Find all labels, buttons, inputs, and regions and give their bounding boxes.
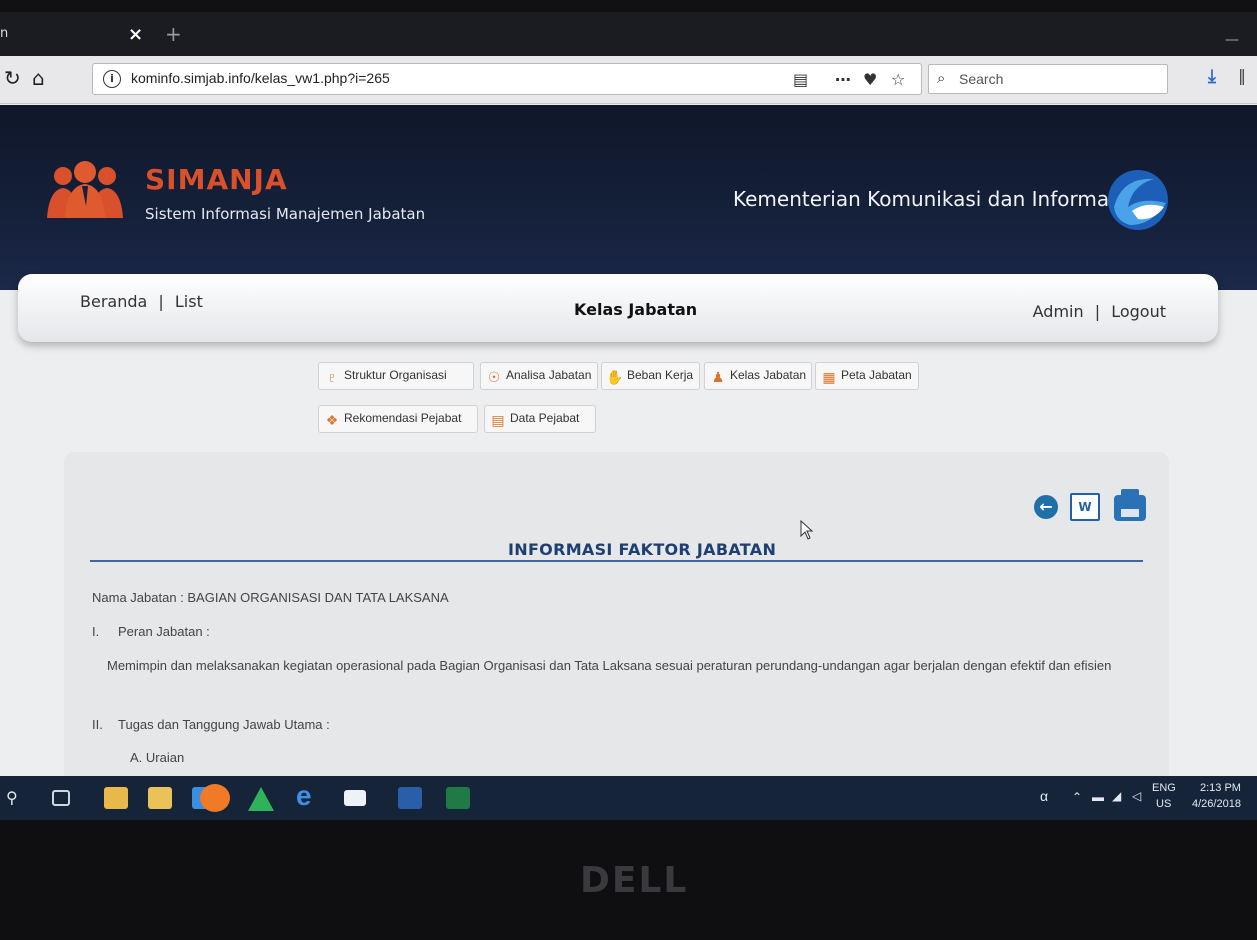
module-button-data-pejabat[interactable]: ▤ Data Pejabat <box>484 405 596 433</box>
dell-logo: DELL <box>580 860 689 901</box>
task-view-icon[interactable] <box>52 790 70 806</box>
menu-separator: | <box>1094 302 1101 321</box>
org-chart-icon: ♇ <box>326 369 338 385</box>
store-icon[interactable] <box>104 787 128 809</box>
module-button-peta-jabatan[interactable]: ▦ Peta Jabatan <box>815 362 919 390</box>
site-header: SIMANJA Sistem Informasi Manajemen Jabat… <box>0 105 1257 290</box>
printer-icon[interactable] <box>1114 489 1146 521</box>
people-icon[interactable]: α <box>1040 788 1048 804</box>
module-label: Kelas Jabatan <box>730 368 807 382</box>
page-actions-icon[interactable]: ⋯ <box>835 70 851 89</box>
tray-chevron-icon[interactable]: ⌃ <box>1072 790 1082 804</box>
nav-link-list[interactable]: List <box>175 292 203 311</box>
mouse-cursor-icon <box>800 520 814 540</box>
search-box[interactable]: ⌕ Search <box>928 64 1168 94</box>
pocket-icon[interactable]: ♥ <box>863 70 877 89</box>
url-text[interactable]: kominfo.simjab.info/kelas_vw1.php?i=265 <box>131 70 390 86</box>
excel-icon[interactable] <box>446 787 470 809</box>
volume-icon[interactable]: ◁ <box>1132 789 1141 803</box>
address-bar[interactable]: i kominfo.simjab.info/kelas_vw1.php?i=26… <box>92 63 922 95</box>
new-tab-icon[interactable]: + <box>165 22 182 46</box>
word-icon[interactable] <box>398 787 422 809</box>
module-button-beban-kerja[interactable]: ✋ Beban Kerja <box>601 362 700 390</box>
map-icon: ▦ <box>822 369 836 385</box>
section-number: I. <box>92 624 100 639</box>
photo-frame: n × + — ↻ ⌂ i kominfo.simjab.info/kelas_… <box>0 0 1257 940</box>
recommend-icon: ❖ <box>325 412 339 428</box>
section-heading: INFORMASI FAKTOR JABATAN <box>508 540 777 559</box>
ministry-logo-icon <box>1108 170 1168 230</box>
module-label: Analisa Jabatan <box>506 368 592 382</box>
module-button-analisa-jabatan[interactable]: ☉ Analisa Jabatan <box>480 362 598 390</box>
nav-link-logout[interactable]: Logout <box>1111 302 1166 321</box>
library-icon[interactable]: ‖ <box>1238 66 1246 85</box>
edge-icon[interactable]: e <box>296 780 312 812</box>
windows-taskbar: ⚲ e α ⌃ ▬ ◢ ◁ ENG US 2:13 PM 4/26/2018 <box>0 776 1257 820</box>
firefox-icon[interactable] <box>200 784 230 812</box>
word-export-icon[interactable]: W <box>1070 493 1100 521</box>
wifi-icon[interactable]: ◢ <box>1112 789 1121 803</box>
battery-icon[interactable]: ▬ <box>1092 790 1104 804</box>
close-tab-icon[interactable]: × <box>128 24 143 45</box>
workload-icon: ✋ <box>606 369 624 385</box>
right-menu: Admin | Logout <box>1033 302 1166 321</box>
browser-tab-bar: n × + — <box>0 12 1257 56</box>
people-logo-icon <box>47 161 123 218</box>
module-label: Rekomendasi Pejabat <box>344 411 462 425</box>
heading-divider <box>90 560 1143 562</box>
home-icon[interactable]: ⌂ <box>32 66 45 90</box>
module-button-rekomendasi-pejabat[interactable]: ❖ Rekomendasi Pejabat <box>318 405 478 433</box>
reload-icon[interactable]: ↻ <box>4 66 21 90</box>
class-icon: ♟ <box>711 369 725 385</box>
app-triangle-icon[interactable] <box>248 787 274 811</box>
nav-link-admin[interactable]: Admin <box>1033 302 1084 321</box>
language-bottom[interactable]: US <box>1156 798 1171 810</box>
module-label: Beban Kerja <box>627 368 694 382</box>
back-arrow-icon[interactable]: ← <box>1034 495 1058 519</box>
main-menu-bar: Beranda | List Kelas Jabatan Admin | Log… <box>18 274 1218 342</box>
module-button-struktur-organisasi[interactable]: ♇ Struktur Organisasi <box>318 362 474 390</box>
tab-title-fragment[interactable]: n <box>0 26 8 41</box>
bookmark-star-icon[interactable]: ☆ <box>891 70 905 89</box>
section-title: Peran Jabatan : <box>118 624 210 639</box>
language-top[interactable]: ENG <box>1152 782 1176 794</box>
menu-separator: | <box>158 292 164 311</box>
module-label: Peta Jabatan <box>841 368 912 382</box>
left-menu: Beranda | List <box>80 292 203 311</box>
laptop-screen: n × + — ↻ ⌂ i kominfo.simjab.info/kelas_… <box>0 12 1257 820</box>
page-title: Kelas Jabatan <box>574 300 698 319</box>
mail-envelope-icon[interactable] <box>344 790 366 806</box>
site-title: SIMANJA <box>145 163 288 196</box>
module-label: Struktur Organisasi <box>344 368 447 382</box>
data-icon: ▤ <box>491 412 505 428</box>
module-button-kelas-jabatan[interactable]: ♟ Kelas Jabatan <box>704 362 812 390</box>
download-icon[interactable]: ⤓ <box>1208 66 1216 87</box>
job-name: Nama Jabatan : BAGIAN ORGANISASI DAN TAT… <box>92 590 449 605</box>
site-subtitle: Sistem Informasi Manajemen Jabatan <box>145 205 426 223</box>
content-panel <box>64 452 1169 820</box>
nav-link-beranda[interactable]: Beranda <box>80 292 147 311</box>
subsection-title: A. Uraian <box>130 750 185 765</box>
file-explorer-icon[interactable] <box>148 787 172 809</box>
section-text: Memimpin dan melaksanakan kegiatan opera… <box>107 658 1112 673</box>
analysis-icon: ☉ <box>487 369 501 385</box>
module-label: Data Pejabat <box>510 411 580 425</box>
site-info-icon[interactable]: i <box>103 70 121 88</box>
browser-nav-bar: ↻ ⌂ i kominfo.simjab.info/kelas_vw1.php?… <box>0 56 1257 104</box>
search-icon: ⌕ <box>937 69 946 87</box>
ministry-name: Kementerian Komunikasi dan Informasi <box>733 187 1126 211</box>
reader-view-icon[interactable]: ▤ <box>793 70 808 89</box>
minimize-icon[interactable]: — <box>1225 32 1239 48</box>
search-placeholder: Search <box>959 71 1004 87</box>
clock-time[interactable]: 2:13 PM <box>1200 782 1241 794</box>
clock-date[interactable]: 4/26/2018 <box>1192 798 1241 810</box>
section-number: II. <box>92 717 103 732</box>
search-icon[interactable]: ⚲ <box>6 788 18 808</box>
section-title: Tugas dan Tanggung Jawab Utama : <box>118 717 330 732</box>
